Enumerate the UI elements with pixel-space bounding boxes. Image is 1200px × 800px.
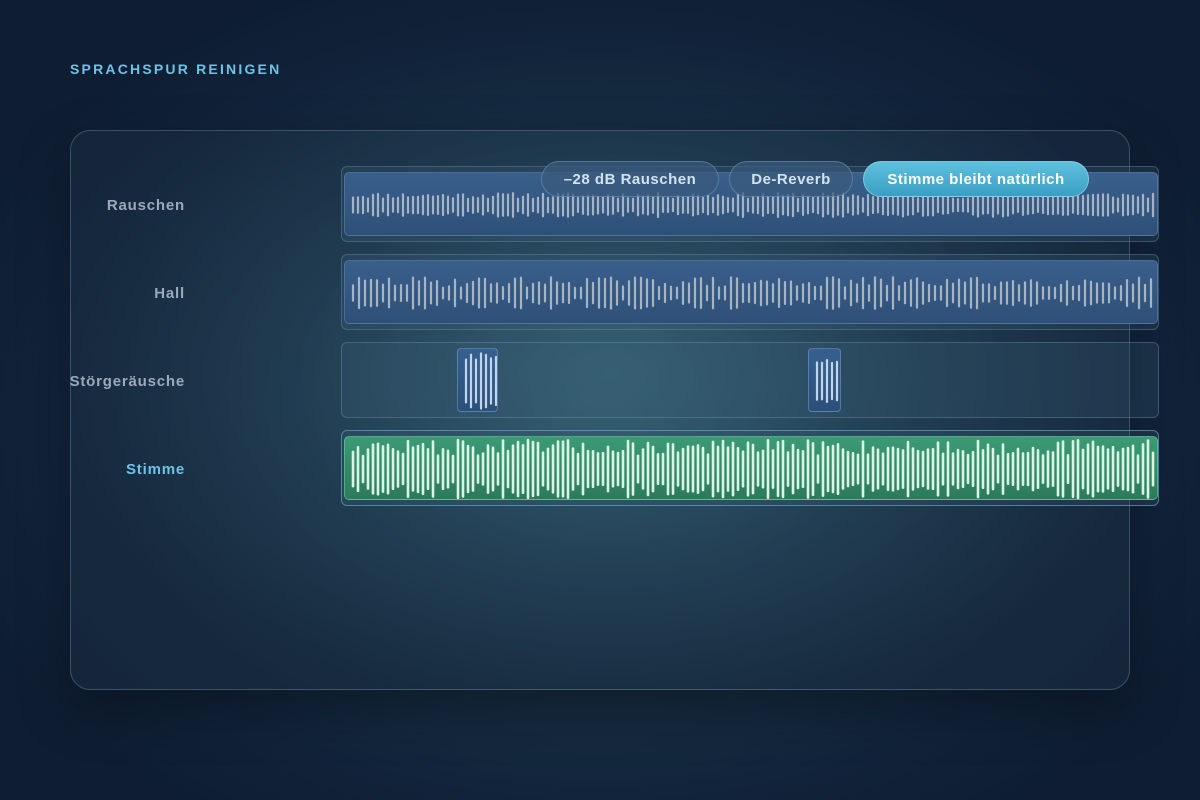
- voice-waveform: [351, 438, 1155, 499]
- page-title: SPRACHSPUR REINIGEN: [70, 61, 282, 77]
- track-label-rauschen: Rauschen: [106, 197, 185, 214]
- reverb-clip[interactable]: [344, 260, 1158, 324]
- track-lane-stimme[interactable]: [341, 430, 1159, 506]
- voice-clip[interactable]: [344, 436, 1158, 500]
- transient-waveform-1: [464, 352, 497, 410]
- tracks-panel: Rauschen Hall Störgeräusche Stimme: [69, 130, 1159, 690]
- reverb-waveform: [351, 276, 1153, 310]
- chip-natural-voice[interactable]: Stimme bleibt natürlich: [863, 161, 1089, 197]
- track-label-stimme: Stimme: [126, 461, 185, 478]
- transient-clip-2[interactable]: [808, 348, 841, 412]
- transient-clip-1[interactable]: [457, 348, 498, 412]
- transient-waveform-2: [815, 359, 839, 404]
- track-label-stoergeraeusche: Störgeräusche: [69, 373, 185, 390]
- track-lane-hall[interactable]: [341, 254, 1159, 330]
- track-lane-stoergeraeusche[interactable]: [341, 342, 1159, 418]
- track-label-hall: Hall: [154, 285, 185, 302]
- chip-de-reverb[interactable]: De-Reverb: [729, 161, 853, 197]
- chip-noise-reduction[interactable]: –28 dB Rauschen: [541, 161, 719, 197]
